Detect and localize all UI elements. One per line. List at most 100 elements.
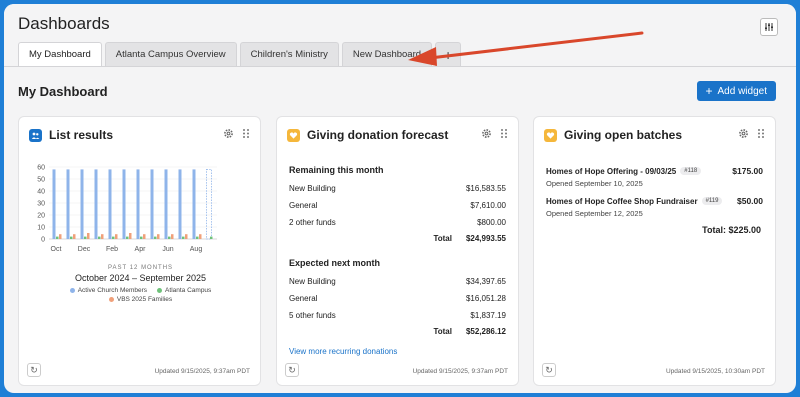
dashboard-tabs: My Dashboard Atlanta Campus Overview Chi… [18,42,462,66]
view-recurring-donations-link[interactable]: View more recurring donations [289,347,397,356]
app-title: Dashboards [18,14,110,33]
chart-bar [84,236,87,239]
fund-label: General [289,201,318,210]
y-tick-label: 50 [37,177,45,184]
drag-handle-icon[interactable] [500,128,508,139]
chart-bar [150,169,154,239]
forecast-total: Total $52,286.12 [289,327,506,336]
gear-icon[interactable] [223,128,234,139]
forecast-row: 2 other funds $800.00 [289,218,506,227]
chart-bar [143,234,146,239]
chart-bar [87,233,90,239]
forecast-row: General $16,051.28 [289,294,506,303]
refresh-icon: ↻ [545,364,553,375]
fund-value: $1,837.19 [470,311,506,320]
chart-bar [126,236,129,239]
giving-open-batches-widget: Giving open batches Homes of Hope Offeri… [533,116,776,386]
dashboard-window: Dashboards My Dashboard Atlanta Campus O… [4,4,796,393]
batch-name: Homes of Hope Coffee Shop Fundraiser [546,196,698,206]
updated-timestamp: Updated 9/15/2025, 10:30am PDT [665,368,765,375]
gear-icon[interactable] [738,128,749,139]
batch-item[interactable]: Homes of Hope Offering - 09/03/25 #118 $… [546,166,763,188]
settings-sliders-button[interactable] [760,18,778,36]
forecast-row: 5 other funds $1,837.19 [289,311,506,320]
expected-heading: Expected next month [289,258,381,268]
legend-item: Active Church Members [69,287,148,294]
heart-icon [287,128,300,142]
chart-bar [182,236,185,239]
y-tick-label: 0 [41,237,45,244]
fund-label: New Building [289,277,336,286]
updated-timestamp: Updated 9/15/2025, 9:37am PDT [412,368,508,375]
forecast-row: New Building $16,583.55 [289,184,506,193]
widget-title: Giving open batches [564,128,683,142]
refresh-button[interactable]: ↻ [27,363,41,377]
list-results-chart: 0 10 20 30 40 50 60 Oct Dec Feb Apr Jun Aug [37,165,217,253]
chart-bar [196,236,199,239]
x-tick-label: Oct [51,246,62,253]
add-widget-label: Add widget [717,85,767,97]
add-widget-button[interactable]: + Add widget [696,81,776,101]
heart-icon [544,128,557,142]
chart-bar [168,236,171,239]
fund-value: $34,397.65 [465,277,506,286]
y-tick-label: 10 [37,225,45,232]
x-tick-label: Aug [190,246,203,253]
refresh-icon: ↻ [30,364,38,375]
fund-value: $16,051.28 [465,294,506,303]
gear-icon[interactable] [481,128,492,139]
updated-timestamp: Updated 9/15/2025, 9:37am PDT [154,368,250,375]
chart-legend-row-2: VBS 2025 Families [19,296,262,303]
chart-bar [140,236,143,239]
x-tick-label: Dec [78,246,91,253]
batch-item[interactable]: Homes of Hope Coffee Shop Fundraiser #11… [546,196,763,218]
widget-title: Giving donation forecast [307,128,449,142]
batch-amount: $175.00 [732,166,763,176]
legend-label: VBS 2025 Families [116,296,173,303]
batch-number-badge: #119 [701,197,723,205]
tab-divider [4,66,796,67]
tab-atlanta-campus-overview[interactable]: Atlanta Campus Overview [104,42,237,66]
x-tick-label: Feb [106,246,118,253]
chart-bar [185,234,188,239]
fund-value: $800.00 [477,218,506,227]
chart-bar [108,169,112,239]
drag-handle-icon[interactable] [242,128,250,139]
chart-bar [178,169,182,239]
total-value: $52,286.12 [465,327,506,336]
chart-bar [157,234,160,239]
chart-bar [59,234,62,239]
batch-opened-date: Opened September 10, 2025 [546,179,643,188]
legend-label: Active Church Members [77,287,148,294]
tab-childrens-ministry[interactable]: Children's Ministry [239,42,339,66]
refresh-button[interactable]: ↻ [542,363,556,377]
period-label: PAST 12 MONTHS [107,265,174,271]
refresh-button[interactable]: ↻ [285,363,299,377]
giving-donation-forecast-widget: Giving donation forecast Remaining this … [276,116,519,386]
chart-bar [199,234,202,239]
refresh-icon: ↻ [288,364,296,375]
chart-bar [52,169,56,239]
batch-number-badge: #118 [680,167,702,175]
batch-name: Homes of Hope Offering - 09/03/25 [546,166,677,176]
chart-bar [129,233,132,239]
tab-my-dashboard[interactable]: My Dashboard [18,42,102,66]
plus-icon: + [705,84,713,98]
y-tick-label: 60 [37,165,45,172]
legend-item: Atlanta Campus [157,287,211,294]
drag-handle-icon[interactable] [757,128,765,139]
batch-opened-date: Opened September 12, 2025 [546,209,643,218]
chart-bar [171,234,174,239]
chart-bar [210,236,213,239]
chart-bar [206,168,212,240]
batches-total: Total: $225.00 [702,225,761,235]
sliders-icon [765,23,773,31]
chart-legend-row-1: Active Church Members Atlanta Campus [19,287,262,294]
chart-bar [164,169,168,239]
chart-bar [122,169,126,239]
y-tick-label: 30 [37,201,45,208]
total-label: Total [433,234,452,243]
chart-bar [80,169,84,239]
chart-bar [112,236,115,239]
widget-title: List results [49,128,114,142]
